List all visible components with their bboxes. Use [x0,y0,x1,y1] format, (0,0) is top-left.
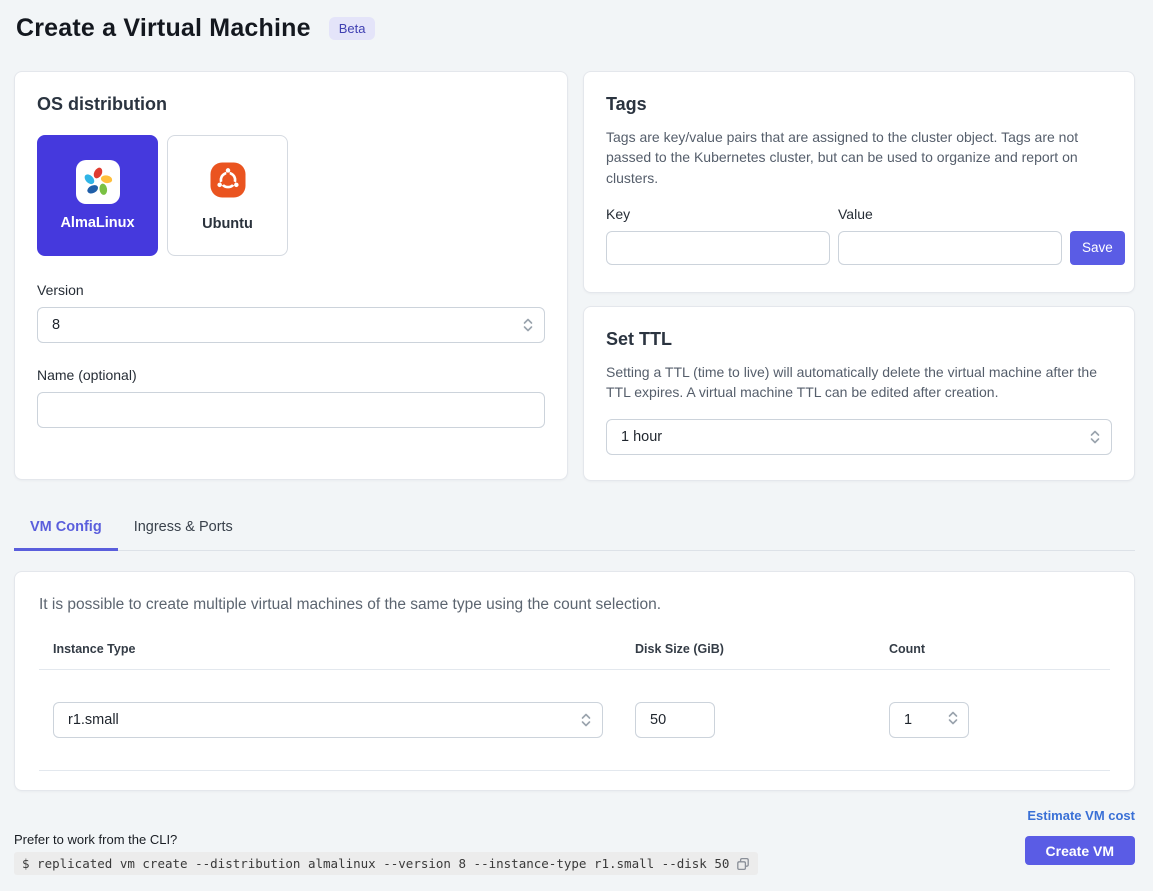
tags-description: Tags are key/value pairs that are assign… [606,127,1112,188]
vm-config-card: It is possible to create multiple virtua… [14,571,1135,791]
ttl-card: Set TTL Setting a TTL (time to live) wil… [583,306,1135,481]
copy-icon[interactable] [736,857,750,871]
vm-table-header: Instance Type Disk Size (GiB) Count [39,642,1110,670]
create-vm-button[interactable]: Create VM [1025,836,1135,865]
version-label: Version [37,282,545,298]
instance-type-value: r1.small [68,712,119,728]
cli-prompt: Prefer to work from the CLI? [14,832,758,847]
vm-config-intro: It is possible to create multiple virtua… [39,596,1110,614]
tag-value-input[interactable] [838,231,1062,265]
version-select[interactable]: 8 [37,307,545,343]
os-option-ubuntu[interactable]: Ubuntu [167,135,288,256]
ttl-card-title: Set TTL [606,329,1112,350]
ttl-select-value: 1 hour [621,429,662,445]
ttl-description: Setting a TTL (time to live) will automa… [606,362,1112,403]
chevron-updown-icon [1090,429,1100,445]
count-value: 1 [904,712,912,728]
chevron-updown-icon [581,712,591,728]
ttl-select[interactable]: 1 hour [606,419,1112,455]
page-header: Create a Virtual Machine Beta [14,12,1135,43]
tag-value-label: Value [838,206,1062,222]
almalinux-logo-icon [76,160,120,204]
estimate-vm-cost-link[interactable]: Estimate VM cost [1027,808,1135,823]
cli-command-text: $ replicated vm create --distribution al… [22,856,729,871]
tab-bar: VM Config Ingress & Ports [14,507,1135,551]
column-instance-type: Instance Type [39,642,621,656]
cli-command-block: $ replicated vm create --distribution al… [14,852,758,875]
estimate-row: Estimate VM cost [14,807,1135,825]
version-select-value: 8 [52,317,60,333]
tab-ingress-ports[interactable]: Ingress & Ports [118,507,249,551]
footer-row: Prefer to work from the CLI? $ replicate… [14,832,1135,875]
os-option-label: Ubuntu [202,216,253,232]
top-grid: OS distribution AlmaLinux [14,71,1135,481]
os-card-title: OS distribution [37,94,545,115]
chevron-updown-icon [523,317,533,333]
right-column: Tags Tags are key/value pairs that are a… [583,71,1135,481]
tags-card: Tags Tags are key/value pairs that are a… [583,71,1135,293]
column-disk-size: Disk Size (GiB) [621,642,875,656]
os-distribution-card: OS distribution AlmaLinux [14,71,568,480]
tag-key-label: Key [606,206,830,222]
os-tiles: AlmaLinux [37,135,545,256]
save-tag-button[interactable]: Save [1070,231,1125,265]
tag-key-input[interactable] [606,231,830,265]
os-option-almalinux[interactable]: AlmaLinux [37,135,158,256]
column-count: Count [875,642,1110,656]
create-vm-page: Create a Virtual Machine Beta OS distrib… [0,0,1153,875]
os-option-label: AlmaLinux [60,215,134,231]
page-title: Create a Virtual Machine [16,14,311,43]
table-row: r1.small 1 [39,670,1110,771]
ubuntu-logo-icon [208,160,248,205]
tag-form: Key Value Save [606,206,1112,265]
count-stepper[interactable]: 1 [889,702,969,738]
stepper-arrows-icon[interactable] [948,710,958,730]
beta-badge: Beta [329,17,376,40]
instance-type-select[interactable]: r1.small [53,702,603,738]
tags-card-title: Tags [606,94,1112,115]
cli-area: Prefer to work from the CLI? $ replicate… [14,832,758,875]
name-label: Name (optional) [37,367,545,383]
disk-size-input[interactable] [635,702,715,738]
name-input[interactable] [37,392,545,428]
tab-vm-config[interactable]: VM Config [14,507,118,551]
